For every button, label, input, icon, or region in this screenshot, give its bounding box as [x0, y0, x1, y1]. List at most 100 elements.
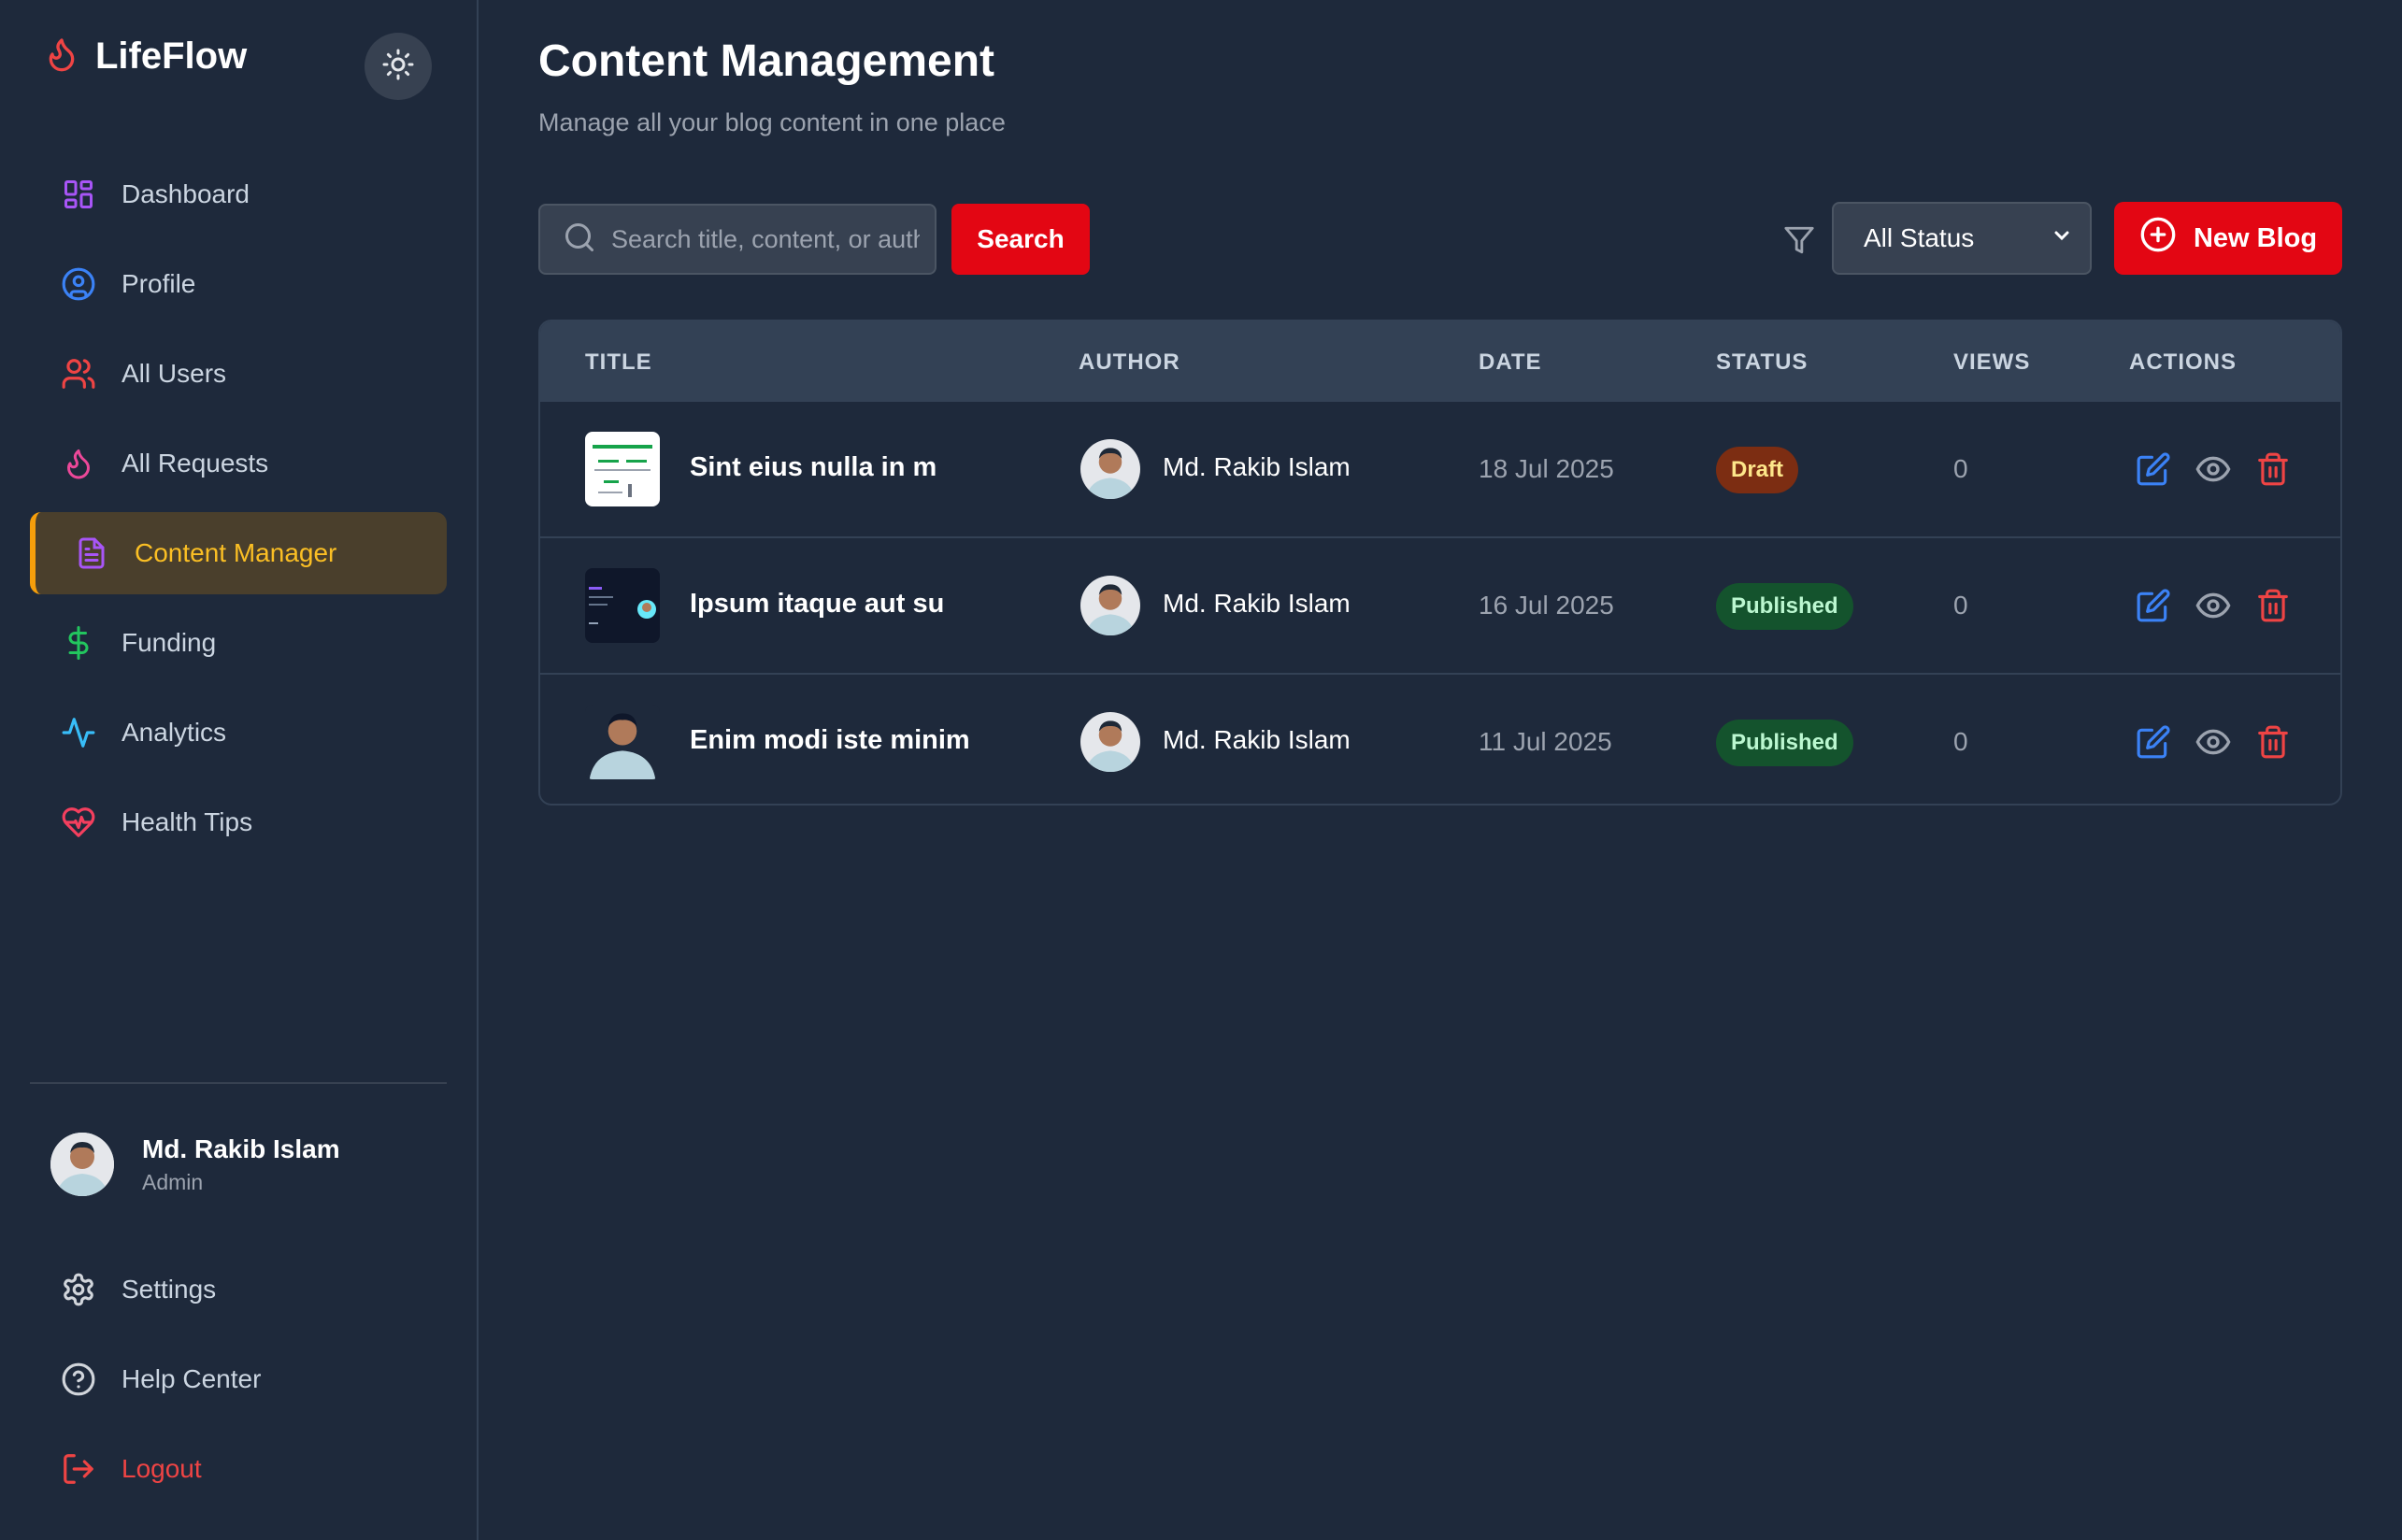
column-header-views: VIEWS: [1953, 349, 2031, 375]
sidebar-item-health-tips[interactable]: Health Tips: [30, 781, 447, 863]
blog-date: 11 Jul 2025: [1479, 727, 1612, 756]
table-header: TITLE AUTHOR DATE STATUS VIEWS ACTIONS: [540, 321, 2340, 400]
row-actions: [2135, 723, 2292, 761]
user-role: Admin: [142, 1169, 204, 1194]
heart-pulse-icon: [60, 804, 97, 841]
sidebar-item-funding[interactable]: Funding: [30, 602, 447, 684]
sidebar: LifeFlow Dashboard Profile All Users All…: [0, 0, 479, 1540]
help-icon: [60, 1361, 97, 1398]
blood-drop-logo-icon: [43, 34, 80, 79]
sidebar-item-content-manager[interactable]: Content Manager: [30, 512, 447, 594]
search-box[interactable]: [538, 204, 936, 275]
search-button[interactable]: Search: [951, 204, 1090, 275]
edit-icon[interactable]: [2135, 587, 2172, 624]
author-avatar: [1080, 712, 1140, 772]
edit-icon[interactable]: [2135, 450, 2172, 488]
sidebar-item-label: Health Tips: [122, 807, 253, 836]
sidebar-item-settings[interactable]: Settings: [30, 1248, 447, 1331]
logout-icon: [60, 1450, 97, 1488]
sidebar-item-help-center[interactable]: Help Center: [30, 1338, 447, 1420]
avatar: [50, 1133, 114, 1196]
user-circle-icon: [60, 265, 97, 303]
user-profile-card[interactable]: Md. Rakib Islam Admin: [50, 1133, 340, 1196]
view-eye-icon[interactable]: [2195, 587, 2232, 624]
activity-icon: [60, 714, 97, 751]
sidebar-item-label: All Users: [122, 359, 227, 388]
dollar-icon: [60, 624, 97, 662]
blog-table: TITLE AUTHOR DATE STATUS VIEWS ACTIONS S…: [538, 320, 2342, 806]
table-row: Enim modi iste minim Md. Rakib Islam 11 …: [540, 673, 2340, 804]
sidebar-item-all-requests[interactable]: All Requests: [30, 422, 447, 505]
sidebar-bottom-nav: Settings Help Center Logout: [30, 1248, 447, 1518]
column-header-actions: ACTIONS: [2129, 349, 2237, 375]
sidebar-item-label: Funding: [122, 628, 217, 657]
sidebar-item-label: All Requests: [122, 449, 269, 478]
plus-circle-icon: [2139, 216, 2177, 261]
document-icon: [73, 535, 110, 572]
theme-toggle-button[interactable]: [365, 33, 432, 100]
column-header-status: STATUS: [1716, 349, 1809, 375]
delete-trash-icon[interactable]: [2254, 723, 2292, 761]
edit-icon[interactable]: [2135, 723, 2172, 761]
table-row: Ipsum itaque aut su Md. Rakib Islam 16 J…: [540, 536, 2340, 673]
new-blog-label: New Blog: [2193, 222, 2318, 253]
sidebar-item-label: Settings: [122, 1275, 217, 1304]
app: LifeFlow Dashboard Profile All Users All…: [0, 0, 2402, 1540]
blog-title[interactable]: Enim modi iste minim: [690, 725, 970, 756]
column-header-author: AUTHOR: [1079, 349, 1180, 375]
sidebar-item-all-users[interactable]: All Users: [30, 333, 447, 415]
page-title: Content Management: [538, 36, 995, 86]
row-actions: [2135, 450, 2292, 488]
sidebar-item-label: Help Center: [122, 1364, 262, 1393]
blog-date: 18 Jul 2025: [1479, 454, 1614, 483]
main-content: Content Management Manage all your blog …: [480, 0, 2402, 1540]
sidebar-item-label: Analytics: [122, 718, 227, 747]
author-name: Md. Rakib Islam: [1163, 589, 1351, 618]
sidebar-item-label: Logout: [122, 1454, 202, 1483]
blog-views: 0: [1953, 454, 1968, 483]
author-name: Md. Rakib Islam: [1163, 725, 1351, 754]
user-name: Md. Rakib Islam: [142, 1134, 340, 1163]
search-input[interactable]: [611, 224, 920, 254]
delete-trash-icon[interactable]: [2254, 450, 2292, 488]
brand[interactable]: LifeFlow: [43, 34, 247, 79]
blog-title[interactable]: Sint eius nulla in m: [690, 452, 936, 483]
blog-date: 16 Jul 2025: [1479, 591, 1614, 620]
table-row: Sint eius nulla in m Md. Rakib Islam 18 …: [540, 400, 2340, 536]
sidebar-divider: [30, 1082, 447, 1084]
dashboard-icon: [60, 176, 97, 213]
column-header-date: DATE: [1479, 349, 1542, 375]
view-eye-icon[interactable]: [2195, 723, 2232, 761]
status-badge: Published: [1716, 583, 1853, 630]
filter-icon: [1783, 224, 1815, 261]
users-icon: [60, 355, 97, 392]
sidebar-item-dashboard[interactable]: Dashboard: [30, 153, 447, 235]
blog-views: 0: [1953, 727, 1968, 756]
status-badge: Draft: [1716, 447, 1799, 493]
sidebar-item-analytics[interactable]: Analytics: [30, 692, 447, 774]
chevron-down-icon: [2051, 223, 2073, 253]
status-filter-select[interactable]: All Status: [1832, 202, 2092, 275]
sidebar-item-label: Dashboard: [122, 179, 250, 208]
user-info: Md. Rakib Islam Admin: [142, 1134, 340, 1195]
row-actions: [2135, 587, 2292, 624]
sidebar-item-profile[interactable]: Profile: [30, 243, 447, 325]
blog-thumbnail: [585, 432, 660, 506]
status-filter-value: All Status: [1864, 223, 1975, 252]
sidebar-item-label: Content Manager: [135, 538, 337, 567]
status-badge: Published: [1716, 720, 1853, 766]
blog-title[interactable]: Ipsum itaque aut su: [690, 589, 944, 620]
page-subtitle: Manage all your blog content in one plac…: [538, 108, 1006, 136]
blog-thumbnail: [585, 568, 660, 643]
sidebar-item-logout[interactable]: Logout: [30, 1428, 447, 1510]
column-header-title: TITLE: [585, 349, 652, 375]
brand-name: LifeFlow: [95, 36, 248, 77]
sidebar-item-label: Profile: [122, 269, 196, 298]
author-name: Md. Rakib Islam: [1163, 452, 1351, 481]
author-avatar: [1080, 439, 1140, 499]
view-eye-icon[interactable]: [2195, 450, 2232, 488]
delete-trash-icon[interactable]: [2254, 587, 2292, 624]
drop-icon: [60, 445, 97, 482]
new-blog-button[interactable]: New Blog: [2114, 202, 2342, 275]
author-avatar: [1080, 576, 1140, 635]
